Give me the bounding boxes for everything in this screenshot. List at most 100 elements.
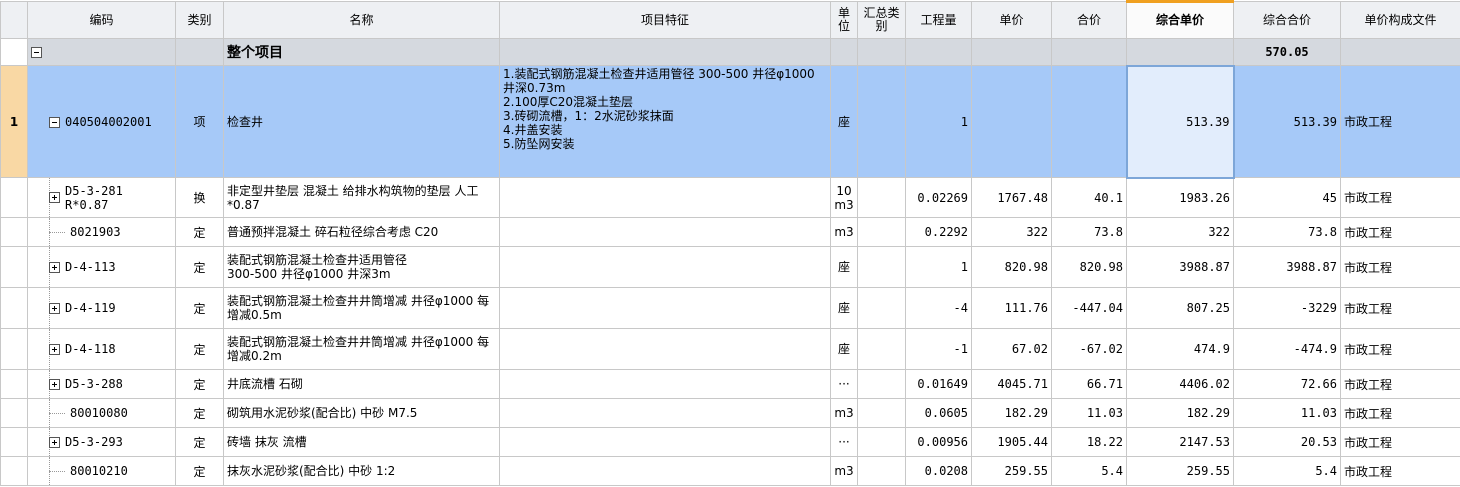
item-code: D5-3-288: [65, 377, 123, 392]
col-header-comp-unit-price[interactable]: 综合单价: [1126, 0, 1234, 39]
quantity-cell[interactable]: 0.0605: [905, 398, 972, 428]
table-row[interactable]: 80010080 定砌筑用水泥砂浆(配合比) 中砂 M7.5 m3 0.0605 182…: [0, 398, 1460, 428]
quantity-cell[interactable]: 1: [905, 246, 972, 288]
expand-icon[interactable]: [49, 436, 60, 448]
file-cell[interactable]: 市政工程: [1340, 456, 1460, 486]
file-cell[interactable]: 市政工程: [1340, 427, 1460, 457]
quantity-cell[interactable]: 0.2292: [905, 217, 972, 247]
quantity-cell[interactable]: 1: [905, 65, 972, 178]
main-row[interactable]: 1 040504002001 项 检查井 1.装配式钢筋混凝土检查井适用管径 3…: [0, 64, 1460, 179]
col-header-unit[interactable]: 单 位: [830, 1, 858, 39]
name-cell[interactable]: 砖墙 抹灰 流槽: [223, 427, 500, 457]
table-row[interactable]: 8021903 定普通预拌混凝土 碎石粒径综合考虑 C20 m3 0.2292 322 7…: [0, 217, 1460, 247]
corner-cell[interactable]: [0, 1, 28, 39]
unit-price-cell: 4045.71: [971, 369, 1052, 399]
col-header-comp-amount[interactable]: 综合合价: [1233, 1, 1341, 39]
amount-cell: 66.71: [1051, 369, 1127, 399]
file-cell[interactable]: 市政工程: [1340, 328, 1460, 370]
code-cell: D-4-118: [27, 328, 176, 370]
row-number: [0, 246, 28, 288]
type-cell: 定: [175, 456, 224, 486]
name-cell[interactable]: 非定型井垫层 混凝土 给排水构筑物的垫层 人工*0.87: [223, 177, 500, 218]
name-cell[interactable]: 井底流槽 石砌: [223, 369, 500, 399]
unit-price-cell: 820.98: [971, 246, 1052, 288]
col-header-summary-type[interactable]: 汇总类 别: [857, 1, 906, 39]
collapse-icon[interactable]: [49, 116, 60, 128]
col-header-amount[interactable]: 合价: [1051, 1, 1127, 39]
row-number: 1: [0, 65, 28, 178]
expand-icon[interactable]: [49, 378, 60, 390]
comp-amount-cell: 72.66: [1233, 369, 1341, 399]
row-number: [0, 217, 28, 247]
table-row[interactable]: D-4-113 定装配式钢筋混凝土检查井适用管径 300-500 井径φ1000 …: [0, 246, 1460, 288]
name-cell[interactable]: 装配式钢筋混凝土检查井井筒增减 井径φ1000 每增减0.2m: [223, 328, 500, 370]
col-header-features[interactable]: 项目特征: [499, 1, 831, 39]
code-cell: D5-3-293: [27, 427, 176, 457]
unit-price-cell: 322: [971, 217, 1052, 247]
comp-price-cell[interactable]: 513.39: [1125, 64, 1235, 179]
table-row[interactable]: D5-3-288 定井底流槽 石砌 ··· 0.01649 4045.71 66.71 44…: [0, 369, 1460, 399]
quantity-cell[interactable]: -4: [905, 287, 972, 329]
unit-cell: 座: [830, 246, 858, 288]
name-cell[interactable]: 普通预拌混凝土 碎石粒径综合考虑 C20: [223, 217, 500, 247]
file-cell[interactable]: 市政工程: [1340, 398, 1460, 428]
quantity-cell[interactable]: 0.00956: [905, 427, 972, 457]
col-header-price-file[interactable]: 单价构成文件: [1340, 1, 1460, 39]
quantity-cell[interactable]: -1: [905, 328, 972, 370]
code-cell: D-4-119: [27, 287, 176, 329]
name-cell[interactable]: 装配式钢筋混凝土检查井适用管径 300-500 井径φ1000 井深3m: [223, 246, 500, 288]
col-header-name[interactable]: 名称: [223, 1, 500, 39]
name-cell[interactable]: 检查井: [223, 65, 500, 178]
col-header-unit-price[interactable]: 单价: [971, 1, 1052, 39]
summary-row[interactable]: 整个项目 570.05: [0, 38, 1460, 66]
comp-price-cell: 182.29: [1126, 398, 1234, 428]
table-row[interactable]: D-4-119 定装配式钢筋混凝土检查井井筒增减 井径φ1000 每增减0.5m 座…: [0, 287, 1460, 329]
file-cell[interactable]: 市政工程: [1340, 287, 1460, 329]
comp-price-cell: 3988.87: [1126, 246, 1234, 288]
features-cell: [499, 328, 831, 370]
file-cell[interactable]: 市政工程: [1340, 177, 1460, 218]
quantity-cell[interactable]: 0.01649: [905, 369, 972, 399]
table-row[interactable]: D5-3-293 定砖墙 抹灰 流槽 ··· 0.00956 1905.44 18.22 2…: [0, 427, 1460, 457]
unit-cell: [830, 38, 858, 66]
row-number: [0, 38, 28, 66]
col-header-quantity[interactable]: 工程量: [905, 1, 972, 39]
summary-type-cell: [857, 65, 906, 178]
row-number: [0, 287, 28, 329]
name-cell[interactable]: 抹灰水泥砂浆(配合比) 中砂 1:2: [223, 456, 500, 486]
type-cell: 定: [175, 217, 224, 247]
features-cell: [499, 217, 831, 247]
file-cell[interactable]: 市政工程: [1340, 217, 1460, 247]
file-cell[interactable]: 市政工程: [1340, 246, 1460, 288]
file-cell[interactable]: 市政工程: [1340, 369, 1460, 399]
expand-icon[interactable]: [49, 192, 60, 203]
summary-name: 整个项目: [223, 38, 500, 66]
item-code: 8021903: [70, 225, 121, 240]
expand-icon[interactable]: [49, 261, 60, 273]
unit-cell: m3: [830, 217, 858, 247]
expand-icon[interactable]: [49, 343, 60, 355]
unit-price-cell: 182.29: [971, 398, 1052, 428]
collapse-icon[interactable]: [31, 47, 42, 58]
name-cell[interactable]: 装配式钢筋混凝土检查井井筒增减 井径φ1000 每增减0.5m: [223, 287, 500, 329]
quantity-cell[interactable]: 0.02269: [905, 177, 972, 218]
unit-price-cell: 1767.48: [971, 177, 1052, 218]
name-cell[interactable]: 砌筑用水泥砂浆(配合比) 中砂 M7.5: [223, 398, 500, 428]
table-row[interactable]: D-4-118 定装配式钢筋混凝土检查井井筒增减 井径φ1000 每增减0.2m 座…: [0, 328, 1460, 370]
code-cell: 040504002001: [27, 65, 176, 178]
col-header-code[interactable]: 编码: [27, 1, 176, 39]
expand-icon[interactable]: [49, 302, 60, 314]
type-cell: [175, 38, 224, 66]
quantity-cell[interactable]: 0.0208: [905, 456, 972, 486]
comp-amount-cell: 3988.87: [1233, 246, 1341, 288]
file-cell: [1340, 38, 1460, 66]
type-cell: 定: [175, 328, 224, 370]
file-cell[interactable]: 市政工程: [1340, 65, 1460, 178]
table-row[interactable]: D5-3-281 R*0.87 换非定型井垫层 混凝土 给排水构筑物的垫层 人工*…: [0, 177, 1460, 218]
table-row[interactable]: 80010210 定抹灰水泥砂浆(配合比) 中砂 1:2 m3 0.0208 259.5…: [0, 456, 1460, 486]
features-cell[interactable]: 1.装配式钢筋混凝土检查井适用管径 300-500 井径φ1000 井深0.73…: [499, 65, 831, 178]
col-header-type[interactable]: 类别: [175, 1, 224, 39]
features-cell: [499, 246, 831, 288]
code-cell: D-4-113: [27, 246, 176, 288]
unit-cell: 座: [830, 287, 858, 329]
